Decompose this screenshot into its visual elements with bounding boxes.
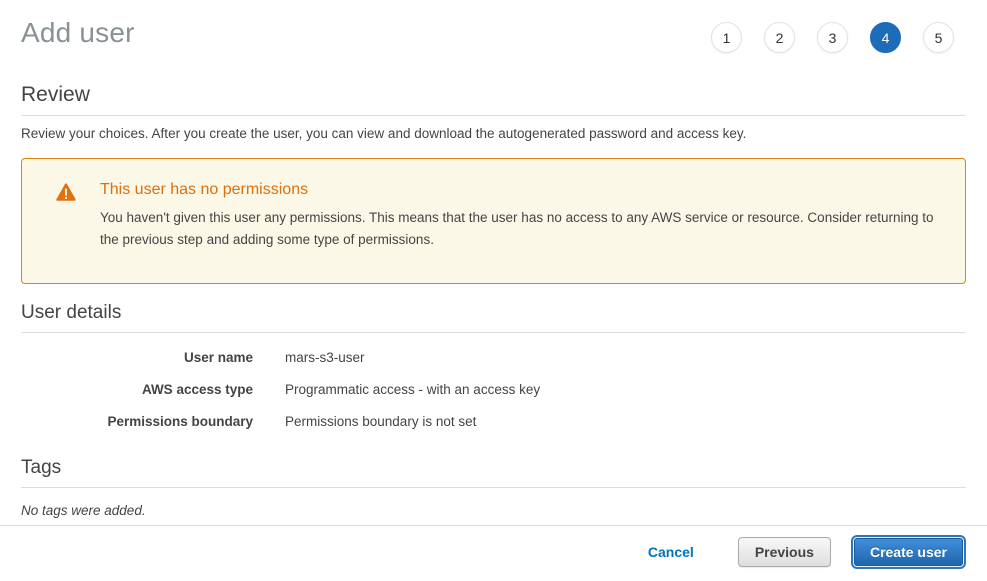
- page-title: Add user: [21, 14, 135, 49]
- review-description: Review your choices. After you create th…: [21, 126, 966, 141]
- permissions-boundary-value: Permissions boundary is not set: [285, 414, 476, 429]
- user-name-value: mars-s3-user: [285, 350, 365, 365]
- wizard-header: Add user 1 2 3 4 5: [0, 0, 987, 53]
- tags-empty-message: No tags were added.: [21, 503, 966, 518]
- add-user-wizard-page: Add user 1 2 3 4 5 Review Review your ch…: [0, 0, 987, 581]
- step-1-indicator[interactable]: 1: [711, 22, 742, 53]
- cancel-link[interactable]: Cancel: [648, 544, 694, 560]
- warning-text-block: This user has no permissions You haven't…: [100, 181, 935, 252]
- tags-heading: Tags: [21, 457, 966, 479]
- step-4-indicator-active[interactable]: 4: [870, 22, 901, 53]
- table-row: Permissions boundary Permissions boundar…: [21, 414, 966, 429]
- wizard-footer: Cancel Previous Create user: [0, 525, 987, 581]
- tags-divider: [21, 487, 966, 488]
- warning-title: This user has no permissions: [100, 181, 935, 199]
- user-details-section: User details User name mars-s3-user AWS …: [21, 302, 966, 429]
- step-2-indicator[interactable]: 2: [764, 22, 795, 53]
- wizard-step-indicator: 1 2 3 4 5: [689, 14, 966, 53]
- tags-section: Tags No tags were added.: [21, 457, 966, 518]
- create-user-button[interactable]: Create user: [854, 538, 963, 566]
- step-5-indicator[interactable]: 5: [923, 22, 954, 53]
- table-row: AWS access type Programmatic access - wi…: [21, 382, 966, 397]
- review-section: Review Review your choices. After you cr…: [21, 83, 966, 141]
- aws-access-type-value: Programmatic access - with an access key: [285, 382, 540, 397]
- wizard-content: Review Review your choices. After you cr…: [0, 53, 987, 525]
- step-3-indicator[interactable]: 3: [817, 22, 848, 53]
- aws-access-type-label: AWS access type: [21, 382, 253, 397]
- warning-triangle-icon: [56, 183, 76, 206]
- create-user-button-focus-ring[interactable]: Create user: [851, 535, 966, 569]
- no-permissions-warning-banner: This user has no permissions You haven't…: [21, 158, 966, 284]
- permissions-boundary-label: Permissions boundary: [21, 414, 253, 429]
- review-heading: Review: [21, 83, 966, 107]
- user-details-heading: User details: [21, 302, 966, 324]
- user-details-rows: User name mars-s3-user AWS access type P…: [21, 350, 966, 429]
- warning-body: You haven't given this user any permissi…: [100, 207, 935, 252]
- review-divider: [21, 115, 966, 116]
- previous-button[interactable]: Previous: [738, 537, 831, 567]
- user-name-label: User name: [21, 350, 253, 365]
- user-details-divider: [21, 332, 966, 333]
- table-row: User name mars-s3-user: [21, 350, 966, 365]
